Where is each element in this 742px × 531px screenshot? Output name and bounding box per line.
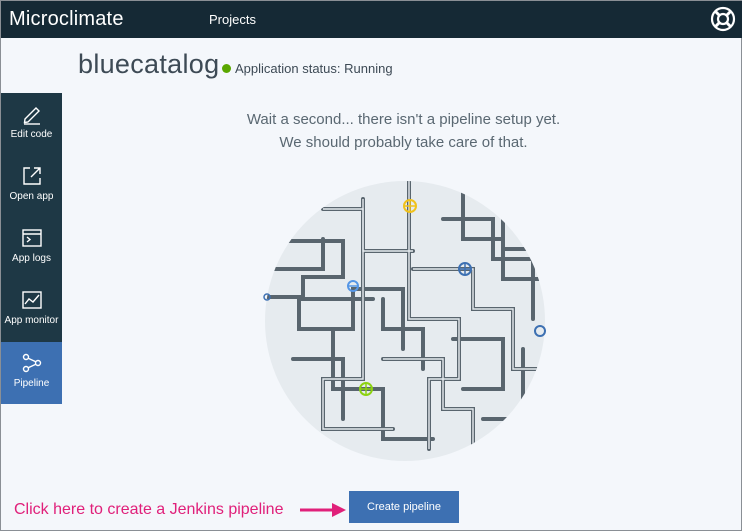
page-title: bluecatalog	[78, 49, 220, 79]
empty-state-message: Wait a second... there isn't a pipeline …	[181, 108, 626, 154]
status-dot-icon	[222, 64, 231, 73]
message-line-2: We should probably take care of that.	[279, 134, 528, 151]
status-badge: Application status: Running	[222, 61, 393, 76]
sidebar-item-label: Pipeline	[13, 378, 50, 389]
create-pipeline-button[interactable]: Create pipeline	[349, 491, 459, 523]
brand-logo[interactable]: Microclimate	[9, 8, 124, 31]
sidebar: Edit code Open app App logs App monitor	[1, 93, 62, 404]
terminal-icon	[21, 229, 42, 247]
status-text: Application status: Running	[235, 61, 393, 76]
sidebar-item-label: App monitor	[4, 315, 59, 326]
pencil-icon	[23, 107, 40, 125]
pipeline-icon	[22, 353, 41, 373]
sidebar-item-open-app[interactable]: Open app	[1, 155, 62, 217]
sidebar-item-label: App logs	[12, 253, 51, 264]
arrow-right-icon	[300, 503, 346, 517]
sidebar-item-app-monitor[interactable]: App monitor	[1, 279, 62, 341]
sidebar-item-label: Edit code	[10, 129, 53, 140]
sidebar-item-app-logs[interactable]: App logs	[1, 217, 62, 279]
sidebar-item-edit-code[interactable]: Edit code	[1, 93, 62, 155]
sidebar-item-pipeline[interactable]: Pipeline	[1, 342, 62, 404]
monitor-icon	[21, 291, 42, 309]
launch-icon	[22, 167, 41, 185]
lifebuoy-icon[interactable]	[710, 6, 736, 32]
annotation-text: Click here to create a Jenkins pipeline	[14, 501, 284, 518]
top-bar: Microclimate Projects	[1, 1, 742, 38]
pipes-illustration	[263, 181, 546, 461]
nav-projects-link[interactable]: Projects	[209, 12, 256, 27]
message-line-1: Wait a second... there isn't a pipeline …	[246, 111, 561, 128]
sidebar-item-label: Open app	[9, 191, 54, 202]
